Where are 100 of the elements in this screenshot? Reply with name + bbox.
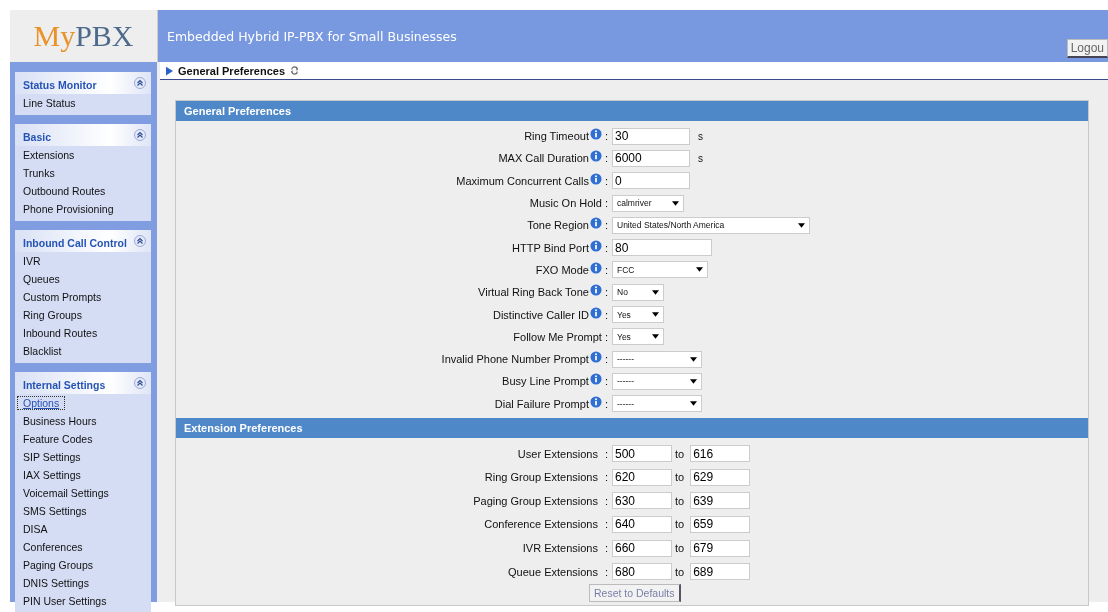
info-icon[interactable] [589, 239, 602, 252]
menu-item[interactable]: DNIS Settings [15, 574, 151, 592]
menu-item[interactable]: PIN User Settings [15, 592, 151, 610]
menu-item[interactable]: Extensions [15, 146, 151, 164]
menu-item[interactable]: Queues [15, 270, 151, 288]
refresh-icon[interactable] [290, 66, 299, 75]
info-icon[interactable] [589, 395, 602, 408]
info-icon[interactable] [589, 172, 602, 185]
colon: : [604, 330, 608, 343]
section-header: Extension Preferences [176, 417, 1088, 438]
range-start-field[interactable]: 660 [612, 539, 672, 557]
range-end-field[interactable]: 659 [690, 515, 751, 533]
unit-label: s [698, 130, 703, 142]
menu-item[interactable]: IVR [15, 252, 151, 270]
info-icon[interactable] [589, 373, 602, 386]
colon: : [604, 197, 608, 210]
menu-item[interactable]: Ring Groups [15, 306, 151, 324]
range-end-field[interactable]: 689 [690, 563, 751, 581]
info-icon[interactable] [589, 217, 602, 230]
text-field[interactable]: 80 [612, 239, 712, 257]
menu-item[interactable]: Line Status [15, 94, 151, 112]
field-label: Distinctive Caller ID [492, 308, 589, 321]
collapse-icon[interactable] [134, 77, 146, 89]
colon: : [604, 397, 608, 410]
info-icon[interactable] [589, 261, 602, 274]
range-end-field[interactable]: 679 [690, 539, 751, 557]
field-label: MAX Call Duration [498, 152, 589, 165]
range-end-field[interactable]: 616 [690, 445, 751, 463]
info-icon[interactable] [589, 306, 602, 319]
menu-item[interactable]: Options [15, 394, 68, 412]
colon: : [604, 263, 608, 276]
reset-button[interactable]: Reset to Defaults [589, 584, 681, 603]
caret-icon [652, 312, 659, 317]
collapse-icon[interactable] [134, 377, 146, 389]
dropdown[interactable]: United States/North America [612, 216, 810, 234]
field-label: Virtual Ring Back Tone [478, 286, 589, 299]
caret-icon [696, 267, 703, 273]
text-field[interactable]: 30 [612, 127, 690, 145]
dropdown[interactable]: ------ [612, 350, 702, 368]
menu-item[interactable]: IAX Settings [15, 466, 151, 484]
field-label: FXO Mode [535, 263, 589, 276]
logo: MyPBX [10, 10, 158, 62]
range-start-field[interactable]: 640 [612, 515, 672, 533]
field-label: Invalid Phone Number Prompt [441, 353, 589, 366]
collapse-icon[interactable] [134, 235, 146, 247]
info-icon[interactable] [589, 150, 602, 163]
colon: : [604, 152, 608, 165]
to-label: to [675, 447, 685, 460]
field-label: Busy Line Prompt [502, 375, 589, 388]
colon: : [604, 174, 608, 187]
caret-icon [672, 200, 679, 206]
menu-item[interactable]: Phone Provisioning [15, 200, 151, 218]
range-start-field[interactable]: 680 [612, 563, 672, 581]
field-label: HTTP Bind Port [512, 241, 589, 254]
dropdown[interactable]: ------ [612, 372, 702, 390]
dropdown[interactable]: No [612, 283, 664, 301]
field-label: Follow Me Prompt [513, 330, 602, 343]
range-start-field[interactable]: 620 [612, 468, 672, 486]
colon: : [604, 353, 608, 366]
logout-button[interactable]: Logou [1066, 39, 1108, 58]
dropdown[interactable]: Yes [612, 328, 664, 346]
colon: : [604, 447, 608, 460]
text-field[interactable]: 6000 [612, 149, 690, 167]
section-header: General Preferences [176, 101, 1088, 121]
field-label: IVR Extensions [522, 542, 598, 555]
unit-label: s [698, 152, 703, 164]
menu-item[interactable]: Blacklist [15, 342, 151, 360]
menu-group-title[interactable]: Basic [23, 131, 52, 143]
range-start-field[interactable]: 630 [612, 492, 672, 510]
info-icon[interactable] [589, 351, 602, 364]
dropdown[interactable]: FCC [612, 261, 708, 279]
menu-item[interactable]: DISA [15, 520, 151, 538]
field-label: Paging Group Extensions [473, 494, 598, 507]
colon: : [604, 219, 608, 232]
menu-item[interactable]: Outbound Routes [15, 182, 151, 200]
info-icon[interactable] [589, 128, 602, 141]
menu-item[interactable]: Custom Prompts [15, 288, 151, 306]
menu-item[interactable]: Voicemail Settings [15, 484, 151, 502]
menu-item[interactable]: SIP Settings [15, 448, 151, 466]
dropdown[interactable]: calmriver [612, 194, 684, 212]
field-label: Queue Extensions [508, 565, 598, 578]
range-start-field[interactable]: 500 [612, 445, 672, 463]
info-icon[interactable] [589, 284, 602, 297]
to-label: to [675, 494, 685, 507]
menu-item[interactable]: Business Hours [15, 412, 151, 430]
range-end-field[interactable]: 629 [690, 468, 751, 486]
text-field[interactable]: 0 [612, 172, 690, 190]
page-title: General Preferences [178, 64, 285, 77]
dropdown[interactable]: Yes [612, 306, 664, 323]
menu-item[interactable]: SMS Settings [15, 502, 151, 520]
menu-item[interactable]: Inbound Routes [15, 324, 151, 342]
menu-item[interactable]: Trunks [15, 164, 151, 182]
colon: : [604, 471, 608, 484]
collapse-icon[interactable] [134, 129, 146, 141]
dropdown[interactable]: ------ [612, 395, 702, 413]
menu-item[interactable]: Paging Groups [15, 556, 151, 574]
menu-item[interactable]: Conferences [15, 538, 151, 556]
colon: : [604, 375, 608, 388]
menu-item[interactable]: Feature Codes [15, 430, 151, 448]
range-end-field[interactable]: 639 [690, 492, 751, 510]
